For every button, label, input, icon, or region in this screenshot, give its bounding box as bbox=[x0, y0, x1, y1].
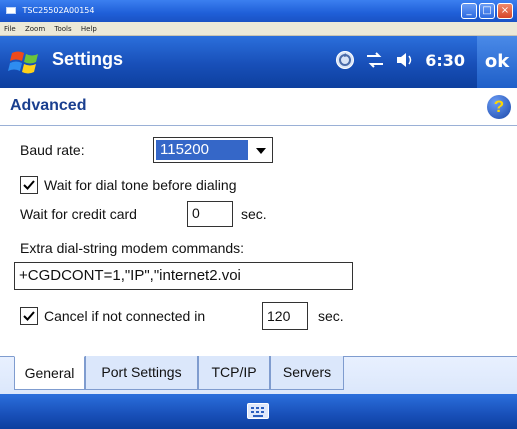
extra-commands-label: Extra dial-string modem commands: bbox=[20, 240, 245, 256]
cancel-checkbox[interactable] bbox=[20, 307, 38, 325]
emulator-title: TSC25502A00154 bbox=[22, 6, 95, 15]
help-icon[interactable]: ? bbox=[487, 95, 511, 119]
status-area: 6:30 bbox=[335, 50, 465, 70]
menu-file[interactable]: File bbox=[4, 25, 16, 33]
checkmark-icon bbox=[23, 311, 35, 321]
credit-card-unit: sec. bbox=[241, 206, 267, 222]
tab-tcp-ip[interactable]: TCP/IP bbox=[198, 356, 270, 390]
windows-flag-icon[interactable] bbox=[8, 47, 44, 77]
cancel-timeout-input[interactable]: 120 bbox=[262, 302, 308, 330]
cancel-label: Cancel if not connected in bbox=[44, 308, 206, 324]
extra-commands-input[interactable]: +CGDCONT=1,"IP","internet2.voi bbox=[14, 262, 353, 290]
tab-strip: General Port Settings TCP/IP Servers bbox=[0, 356, 517, 394]
menu-tools[interactable]: Tools bbox=[54, 25, 71, 33]
baud-rate-select[interactable]: 115200 bbox=[153, 137, 273, 163]
credit-card-label: Wait for credit card bbox=[20, 206, 137, 222]
baud-rate-value: 115200 bbox=[156, 140, 248, 160]
menu-help[interactable]: Help bbox=[81, 25, 97, 33]
network-arrows-icon[interactable] bbox=[365, 51, 385, 69]
checkmark-icon bbox=[23, 180, 35, 190]
clock[interactable]: 6:30 bbox=[425, 51, 465, 70]
keyboard-icon[interactable] bbox=[247, 403, 269, 419]
section-title: Advanced bbox=[10, 97, 87, 114]
tab-port-settings[interactable]: Port Settings bbox=[85, 356, 198, 390]
speaker-icon[interactable] bbox=[395, 51, 415, 69]
emulator-menu-bar: File Zoom Tools Help bbox=[0, 22, 517, 36]
baud-rate-label: Baud rate: bbox=[20, 142, 85, 158]
tab-servers[interactable]: Servers bbox=[270, 356, 344, 390]
cancel-unit: sec. bbox=[318, 308, 344, 324]
softkey-bar bbox=[0, 394, 517, 429]
window-icon bbox=[6, 7, 16, 14]
maximize-button[interactable]: □ bbox=[479, 3, 495, 19]
dial-tone-checkbox[interactable] bbox=[20, 176, 38, 194]
credit-card-input[interactable]: 0 bbox=[187, 201, 233, 227]
device-title-bar: Settings 6:30 ok bbox=[0, 36, 517, 88]
sync-icon[interactable] bbox=[335, 50, 355, 70]
menu-zoom[interactable]: Zoom bbox=[25, 25, 45, 33]
minimize-button[interactable]: _ bbox=[461, 3, 477, 19]
emulator-title-bar: TSC25502A00154 _ □ × bbox=[0, 0, 517, 22]
section-header: Advanced ? bbox=[0, 88, 517, 126]
ok-button[interactable]: ok bbox=[477, 36, 517, 88]
app-title: Settings bbox=[52, 49, 124, 69]
tab-general[interactable]: General bbox=[14, 356, 85, 390]
chevron-down-icon[interactable] bbox=[256, 148, 266, 154]
dial-tone-label: Wait for dial tone before dialing bbox=[44, 177, 237, 193]
close-button[interactable]: × bbox=[497, 3, 513, 19]
